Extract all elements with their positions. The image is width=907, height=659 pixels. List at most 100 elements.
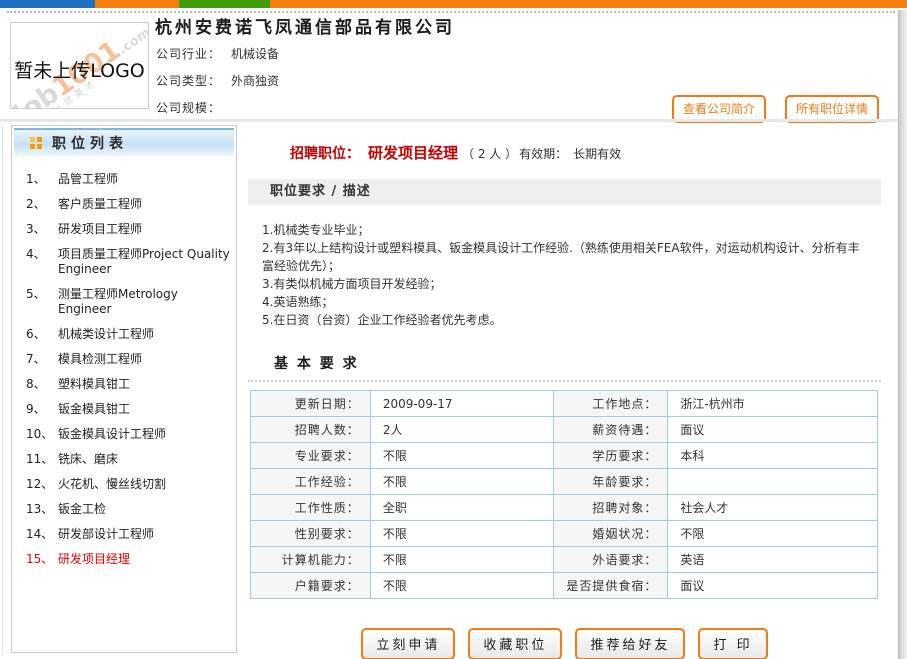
field-label: 薪资待遇： [553,417,668,443]
field-value: 浙江-杭州市 [668,391,878,417]
field-value: 不限 [370,573,553,599]
job-title: 研发项目经理 [368,144,458,162]
job-title-link: 钣金工检 [58,502,112,517]
field-label: 工作性质： [251,495,371,521]
job-number: 5、 [26,287,58,317]
sidebar-item-job-8[interactable]: 8、塑料模具钳工 [12,377,236,392]
table-row: 招聘人数： 2人 薪资待遇： 面议 [251,417,878,443]
table-row: 更新日期： 2009-09-17 工作地点： 浙江-杭州市 [251,391,878,417]
field-label: 外语要求： [553,547,668,573]
desc-line: 2.有3年以上结构设计或塑料模具、钣金模具设计工作经验.（熟练使用相关FEA软件… [262,239,871,275]
sidebar-item-job-3[interactable]: 3、研发项目工程师 [12,222,236,237]
field-label: 计算机能力： [251,547,371,573]
company-size-row: 公司规模： [156,99,231,116]
basic-requirements-table: 更新日期： 2009-09-17 工作地点： 浙江-杭州市 招聘人数： 2人 薪… [250,390,878,599]
job-number: 11、 [26,452,58,467]
sidebar-item-job-14[interactable]: 14、研发部设计工程师 [12,527,236,542]
job-number: 10、 [26,427,58,442]
job-list-sidebar: 职位列表 1、品管工程师 2、客户质量工程师 3、研发项目工程师 4、项目质量工… [11,125,237,653]
sidebar-item-job-1[interactable]: 1、品管工程师 [12,172,236,187]
field-value: 不限 [370,443,553,469]
sidebar-item-job-15-active[interactable]: 15、研发项目经理 [12,552,236,567]
job-title-link: 客户质量工程师 [58,197,148,212]
desc-line: 3.有类似机械方面项目开发经验； [262,275,871,293]
desc-line: 4.英语熟练； [262,293,871,311]
sidebar-item-job-2[interactable]: 2、客户质量工程师 [12,197,236,212]
job-title-link: 模具检测工程师 [58,352,148,367]
topbar-orange-segment [95,0,179,8]
job-description: 1.机械类专业毕业； 2.有3年以上结构设计或塑料模具、钣金模具设计工作经验.（… [262,221,871,329]
sidebar-item-job-6[interactable]: 6、机械类设计工程师 [12,327,236,342]
sidebar-item-job-4[interactable]: 4、项目质量工程师Project Quality Engineer [12,247,236,277]
company-industry-label: 公司行业： [156,47,221,61]
table-row: 专业要求： 不限 学历要求： 本科 [251,443,878,469]
field-value: 不限 [668,521,878,547]
job-title-link: 铣床、磨床 [58,452,124,467]
grid-squares-icon [30,137,42,149]
field-label: 婚姻状况： [553,521,668,547]
print-button[interactable]: 打 印 [698,628,767,659]
table-row: 性别要求： 不限 婚姻状况： 不限 [251,521,878,547]
field-label: 是否提供食宿： [553,573,668,599]
field-value: 本科 [668,443,878,469]
desc-line: 5.在日资（台资）企业工作经验者优先考虑。 [262,311,871,329]
sidebar-item-job-13[interactable]: 13、钣金工检 [12,502,236,517]
right-edge-shadow [898,10,907,659]
field-label: 招聘人数： [251,417,371,443]
recommend-to-friend-button[interactable]: 推荐给好友 [575,628,685,659]
field-value [668,469,878,495]
job-number: 6、 [26,327,58,342]
validity-label: 有效期： [519,147,567,161]
recruit-position-label: 招聘职位： [290,146,360,162]
field-label: 性别要求： [251,521,371,547]
job-number: 4、 [26,247,58,277]
sidebar-item-job-10[interactable]: 10、钣金模具设计工程师 [12,427,236,442]
field-value: 不限 [370,547,553,573]
action-buttons-row: 立刻申请 收藏职位 推荐给好友 打 印 [248,628,881,659]
left-edge-line [2,125,3,653]
company-type-value: 外商独资 [231,74,279,88]
job-number: 8、 [26,377,58,392]
sidebar-item-job-12[interactable]: 12、火花机、慢丝线切割 [12,477,236,492]
company-type-row: 公司类型： 外商独资 [156,72,279,89]
job-title-link: 研发项目经理 [58,552,136,567]
logo-placeholder-text: 暂未上传LOGO [11,56,148,83]
sidebar-item-job-5[interactable]: 5、测量工程师Metrology Engineer [12,287,236,317]
field-value: 不限 [370,521,553,547]
job-number: 9、 [26,402,58,417]
topbar-green-segment [179,0,270,8]
company-name: 杭州安费诺飞凤通信部品有限公司 [155,13,455,38]
job-title-link: 钣金模具钳工 [58,402,136,417]
table-row: 户籍要求： 不限 是否提供食宿： 面议 [251,573,878,599]
field-label: 更新日期： [251,391,371,417]
field-value: 不限 [370,469,553,495]
field-value: 2009-09-17 [370,391,553,417]
job-title-link: 火花机、慢丝线切割 [58,477,172,492]
job-title-link: 研发项目工程师 [58,222,148,237]
field-label: 户籍要求： [251,573,371,599]
sidebar-item-job-7[interactable]: 7、模具检测工程师 [12,352,236,367]
field-label: 年龄要求： [553,469,668,495]
job-title-link: 钣金模具设计工程师 [58,427,172,442]
table-row: 工作经验： 不限 年龄要求： [251,469,878,495]
job-number: 14、 [26,527,58,542]
job-number: 3、 [26,222,58,237]
field-value: 2人 [370,417,553,443]
topbar-orange-segment-long [270,0,907,8]
job-description-section-header: 职位要求 / 描述 [248,179,881,205]
save-job-button[interactable]: 收藏职位 [468,628,562,659]
job-title-link: 品管工程师 [58,172,124,187]
job-detail-page: job1001.com 一览英才 暂未上传LOGO 杭州安费诺飞凤通信部品有限公… [0,0,907,659]
sidebar-item-job-9[interactable]: 9、钣金模具钳工 [12,402,236,417]
job-number: 15、 [26,552,58,567]
field-value: 面议 [668,573,878,599]
field-label: 工作地点： [553,391,668,417]
company-type-label: 公司类型： [156,74,221,88]
job-title-link: 塑料模具钳工 [58,377,136,392]
apply-now-button[interactable]: 立刻申请 [361,628,455,659]
field-label: 专业要求： [251,443,371,469]
header-divider [0,119,907,122]
company-industry-row: 公司行业：机械设备 [156,45,279,62]
job-title-link: 机械类设计工程师 [58,327,160,342]
sidebar-item-job-11[interactable]: 11、铣床、磨床 [12,452,236,467]
